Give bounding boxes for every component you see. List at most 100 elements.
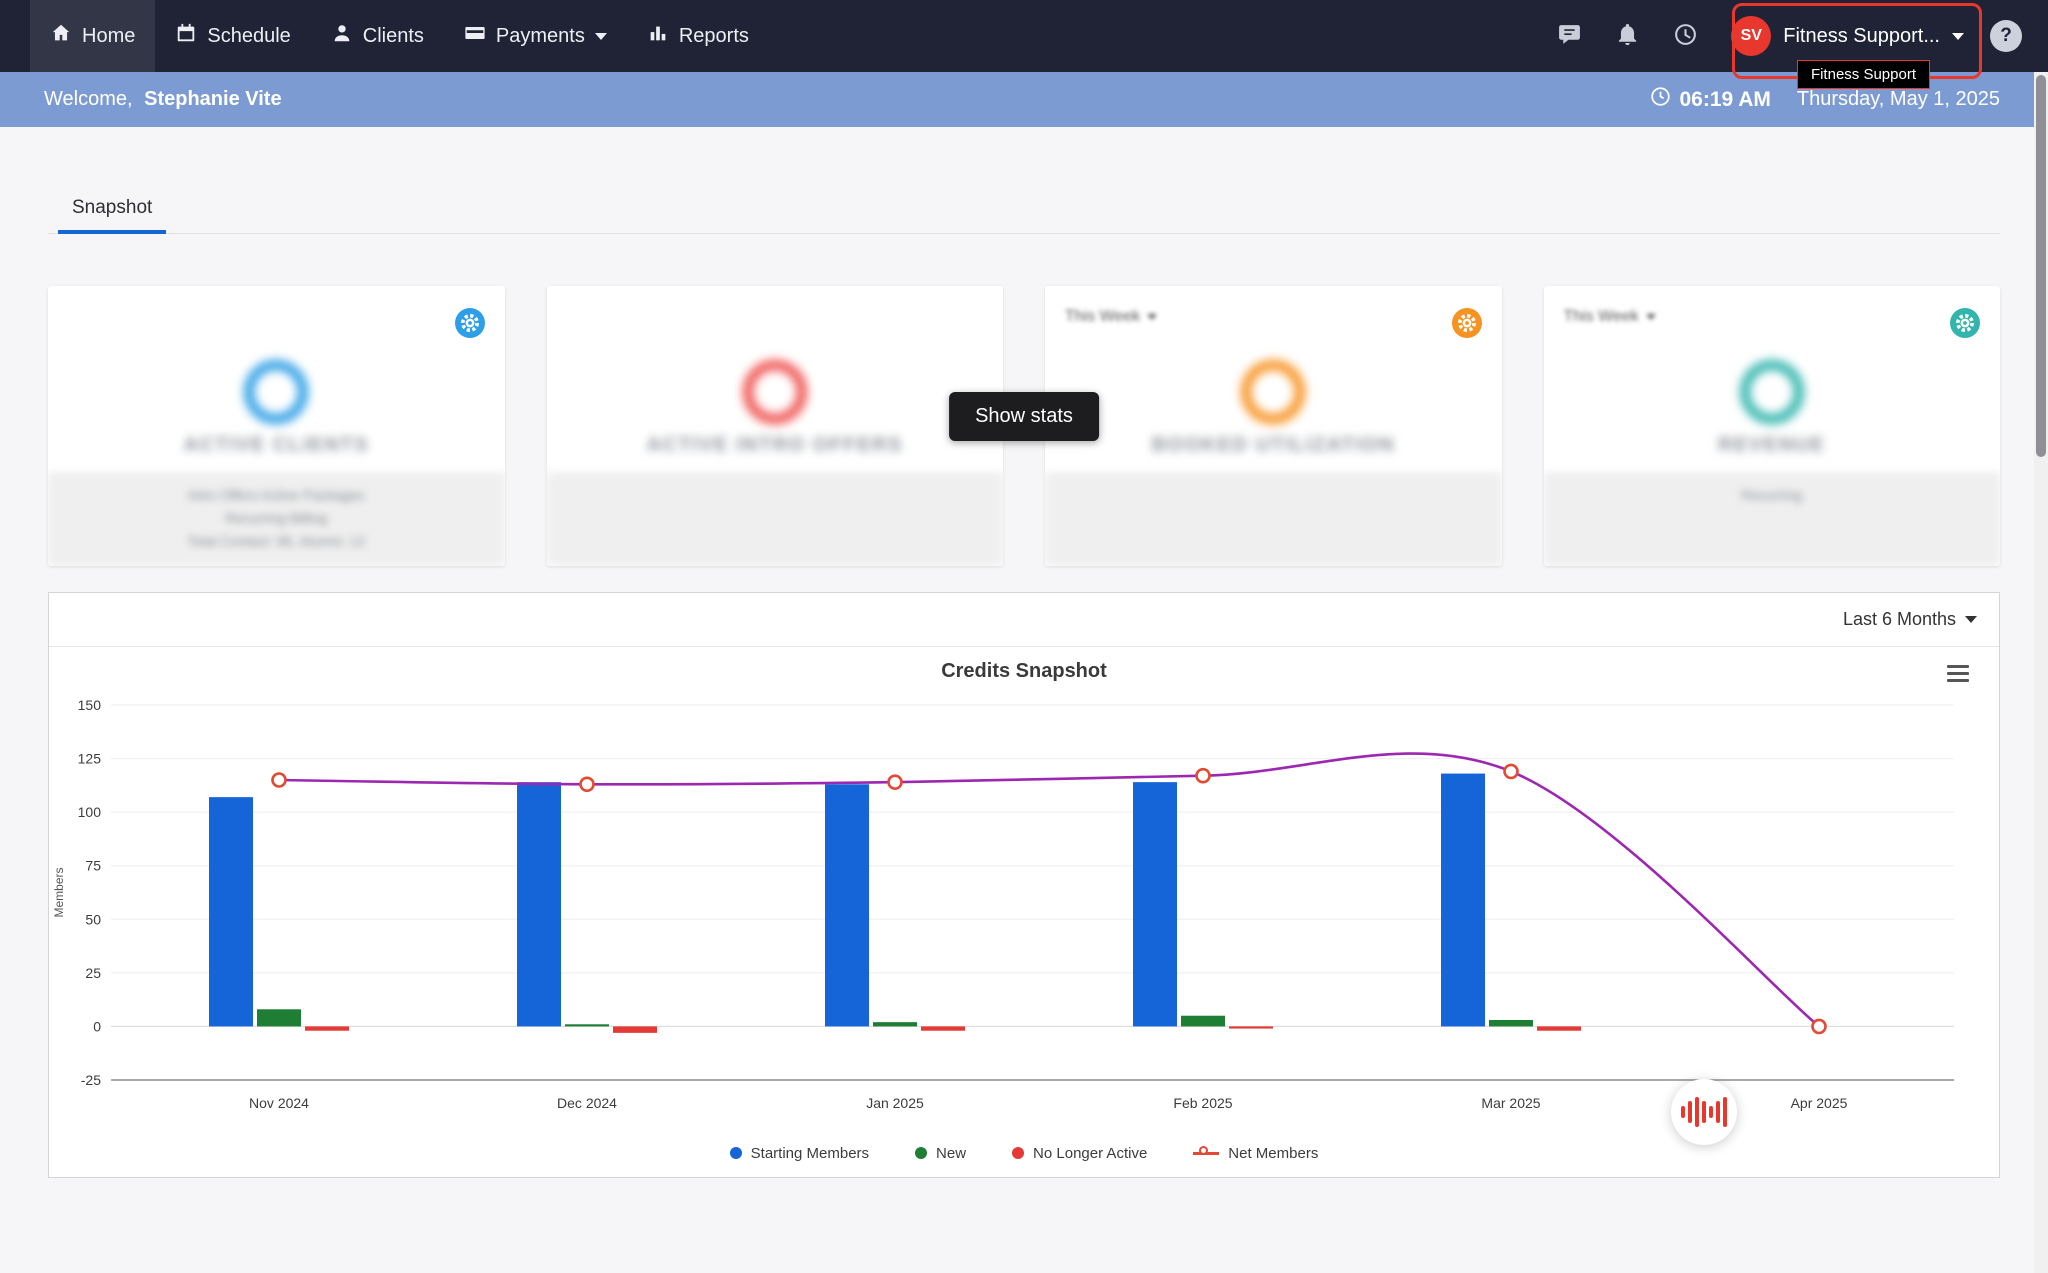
svg-text:Dec 2024: Dec 2024: [557, 1095, 617, 1111]
svg-text:150: 150: [78, 697, 102, 713]
welcome-bar: Welcome, Stephanie Vite 06:19 AM Thursda…: [0, 72, 2048, 127]
navbar-actions: SV Fitness Support... ?: [1543, 0, 2022, 72]
nav-item-home[interactable]: Home: [30, 0, 155, 72]
primary-nav: Home Schedule Clients Payments Reports: [30, 0, 769, 72]
line-series-net-members: [273, 754, 1826, 1033]
card-summary-line: Total Contact: 96, Alumni: 12: [62, 530, 491, 553]
chevron-down-icon: [1965, 616, 1977, 623]
nav-item-reports[interactable]: Reports: [627, 0, 769, 72]
legend-item[interactable]: New: [915, 1145, 966, 1162]
x-axis-labels: Nov 2024 Dec 2024 Jan 2025 Feb 2025 Mar 2025…: [249, 1095, 1848, 1111]
vertical-scrollbar[interactable]: [2034, 72, 2048, 1273]
card-title: REVENUE: [1718, 434, 1825, 457]
nav-item-clients[interactable]: Clients: [311, 0, 444, 72]
history-button[interactable]: [1659, 10, 1711, 62]
welcome-message: Welcome, Stephanie Vite: [44, 88, 282, 111]
svg-text:50: 50: [85, 911, 101, 927]
bar-series-2: [305, 1026, 1581, 1032]
current-date: Thursday, May 1, 2025: [1797, 88, 2000, 111]
card-title: ACTIVE INTRO OFFERS: [647, 434, 903, 457]
legend-label: Net Members: [1228, 1145, 1318, 1162]
gear-icon[interactable]: [1452, 308, 1482, 338]
help-button[interactable]: ?: [1990, 20, 2022, 52]
notifications-button[interactable]: [1601, 10, 1653, 62]
svg-text:0: 0: [93, 1018, 101, 1034]
svg-text:Members: Members: [52, 867, 66, 917]
legend-item[interactable]: No Longer Active: [1012, 1145, 1147, 1162]
card-summary-line: Recurring: [1558, 484, 1987, 507]
person-icon: [331, 22, 353, 50]
credits-snapshot-panel: Last 6 Months Credits Snapshot 150125100…: [48, 592, 2000, 1178]
welcome-prefix: Welcome,: [44, 88, 133, 110]
chat-button[interactable]: [1543, 10, 1595, 62]
legend-swatch: [915, 1147, 927, 1159]
account-tooltip: Fitness Support: [1797, 60, 1930, 89]
legend-line-marker: [1193, 1146, 1219, 1160]
gridlines: 1501251007550250-25: [78, 697, 1954, 1088]
donut-chart-icon: [1241, 360, 1305, 424]
svg-text:Apr 2025: Apr 2025: [1791, 1095, 1848, 1111]
donut-chart-icon: [743, 360, 807, 424]
card-range-dropdown[interactable]: This Week: [1564, 308, 1656, 326]
card-top: ACTIVE INTRO OFFERS: [547, 286, 1004, 472]
card-top: ACTIVE CLIENTS: [48, 286, 505, 472]
chevron-down-icon: [1147, 314, 1157, 320]
nav-item-label: Payments: [496, 25, 585, 48]
tab-snapshot[interactable]: Snapshot: [62, 189, 162, 233]
stat-card-booked-utilization: This Week BOOKED UTILIZATION: [1045, 286, 1502, 566]
bar-chart-icon: [647, 22, 669, 50]
card-range-dropdown[interactable]: This Week: [1065, 308, 1157, 326]
legend-item[interactable]: Net Members: [1193, 1145, 1318, 1162]
show-stats-button[interactable]: Show stats: [949, 392, 1099, 441]
card-title: BOOKED UTILIZATION: [1152, 434, 1395, 457]
calendar-icon: [175, 22, 197, 50]
chart-menu-button[interactable]: [1943, 657, 1973, 690]
card-top: This Week BOOKED UTILIZATION: [1045, 286, 1502, 472]
chevron-down-icon: [1646, 314, 1656, 320]
nav-item-payments[interactable]: Payments: [444, 0, 627, 72]
card-summary: Recurring: [1544, 472, 2001, 566]
scrollbar-thumb[interactable]: [2036, 75, 2046, 457]
welcome-user-name: Stephanie Vite: [144, 88, 281, 110]
legend-item[interactable]: Starting Members: [730, 1145, 869, 1162]
chart-range-dropdown[interactable]: Last 6 Months: [1843, 609, 1977, 630]
nav-item-label: Reports: [679, 25, 749, 48]
legend-swatch: [1012, 1147, 1024, 1159]
legend-label: Starting Members: [751, 1145, 869, 1162]
card-summary: [547, 472, 1004, 566]
svg-text:Feb 2025: Feb 2025: [1173, 1095, 1232, 1111]
gear-icon[interactable]: [455, 308, 485, 338]
stat-card-active-intro-offers: ACTIVE INTRO OFFERS: [547, 286, 1004, 566]
chat-icon: [1557, 22, 1582, 50]
bar-series-0: [209, 774, 1485, 1027]
card-summary: [1045, 472, 1502, 566]
card-title: ACTIVE CLIENTS: [184, 434, 369, 457]
legend-label: No Longer Active: [1033, 1145, 1147, 1162]
donut-chart-icon: [244, 360, 308, 424]
payments-icon: [464, 22, 486, 50]
credits-snapshot-chart: 1501251007550250-25MembersNov 2024Dec 20…: [49, 695, 1997, 1131]
loading-spinner: [1671, 1079, 1737, 1145]
chevron-down-icon: [595, 33, 607, 40]
donut-chart-icon: [1740, 360, 1804, 424]
gear-icon[interactable]: [1950, 308, 1980, 338]
svg-text:Jan 2025: Jan 2025: [866, 1095, 924, 1111]
clock-icon: [1673, 22, 1698, 50]
bell-icon: [1615, 22, 1640, 50]
hamburger-icon: [1947, 665, 1969, 682]
svg-text:Nov 2024: Nov 2024: [249, 1095, 309, 1111]
svg-text:-25: -25: [81, 1072, 101, 1088]
svg-text:Mar 2025: Mar 2025: [1481, 1095, 1540, 1111]
welcome-datetime: 06:19 AM Thursday, May 1, 2025: [1650, 86, 2000, 113]
chevron-down-icon: [1952, 33, 1964, 40]
stat-cards-row: ACTIVE CLIENTS Intro Offers Active Packa…: [48, 286, 2000, 566]
question-mark-icon: ?: [2000, 25, 2012, 47]
nav-item-label: Schedule: [207, 25, 290, 48]
stat-card-revenue: This Week REVENUE Recurring: [1544, 286, 2001, 566]
current-time: 06:19 AM: [1650, 86, 1770, 113]
top-navbar: Home Schedule Clients Payments Reports: [0, 0, 2048, 72]
nav-item-schedule[interactable]: Schedule: [155, 0, 310, 72]
main-content: Snapshot ACTIVE CLIENTS Intro Offers Act…: [0, 127, 2048, 1178]
card-summary-line: Recurring Billing: [62, 507, 491, 530]
home-icon: [50, 22, 72, 50]
